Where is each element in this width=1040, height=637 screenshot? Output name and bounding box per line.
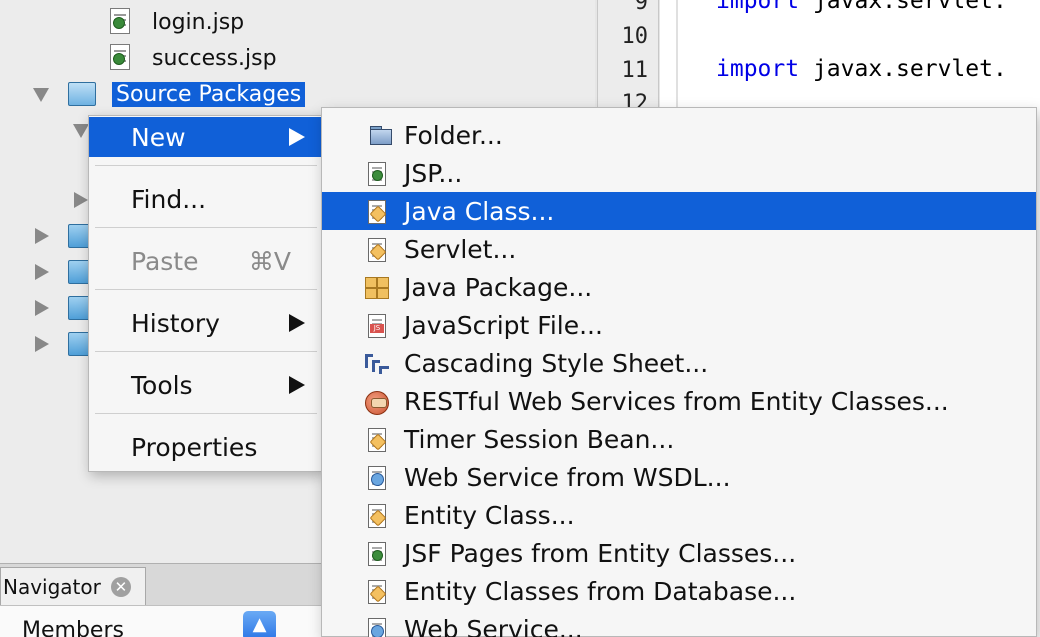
jsp-file-icon [108,8,132,36]
new-submenu: Folder... JSP... Java Class... Servlet..… [321,107,1037,637]
submenu-item-label: Cascading Style Sheet... [404,348,709,378]
java-class-icon [364,199,390,225]
submenu-item-label: Java Package... [404,272,593,302]
menu-item-new[interactable]: New [89,117,323,157]
line-number: 9 [634,0,648,15]
submenu-item-jsp[interactable]: JSP... [322,154,1036,192]
menu-item-label: Tools [131,370,193,400]
expand-triangle-icon[interactable] [33,88,49,102]
web-service-icon [364,465,390,491]
collapse-triangle-icon[interactable] [35,300,49,316]
submenu-item-java-package[interactable]: Java Package... [322,268,1036,306]
tree-item-login-jsp[interactable]: login.jsp [108,5,244,39]
tree-item-label: Source Packages [112,81,306,107]
code-keyword: import [716,0,800,14]
code-line: import javax.servlet. [716,0,1007,14]
javascript-file-icon: JS [364,313,390,339]
submenu-item-label: Web Service... [404,614,583,637]
tab-label: Navigator [3,574,101,599]
jsp-file-icon [364,161,390,187]
submenu-item-servlet[interactable]: Servlet... [322,230,1036,268]
css-file-icon [364,351,390,377]
submenu-item-folder[interactable]: Folder... [322,116,1036,154]
menu-item-history[interactable]: History [89,303,323,343]
submenu-item-label: JSF Pages from Entity Classes... [404,538,797,568]
tab-navigator[interactable]: Navigator ✕ [0,567,146,605]
submenu-item-label: Java Class... [404,196,555,226]
code-text: javax.servlet. [799,0,1007,14]
menu-item-properties[interactable]: Properties [89,427,323,467]
submenu-item-entity-class[interactable]: Entity Class... [322,496,1036,534]
submenu-item-label: RESTful Web Services from Entity Classes… [404,386,949,416]
submenu-item-jsf-pages[interactable]: JSF Pages from Entity Classes... [322,534,1036,572]
submenu-item-label: JavaScript File... [404,310,603,340]
servlet-icon [364,237,390,263]
close-icon[interactable]: ✕ [110,576,131,597]
tree-item-label: success.jsp [152,45,277,71]
session-bean-icon [364,427,390,453]
tree-item-label: login.jsp [152,9,245,35]
submenu-item-web-service[interactable]: Web Service... [322,610,1036,637]
submenu-item-label: Entity Classes from Database... [404,576,797,606]
submenu-item-label: JSP... [404,158,463,188]
submenu-item-timer-session-bean[interactable]: Timer Session Bean... [322,420,1036,458]
submenu-item-label: Folder... [404,120,503,150]
submenu-item-restful-services[interactable]: RESTful Web Services from Entity Classes… [322,382,1036,420]
submenu-item-java-class[interactable]: Java Class... [322,192,1036,230]
menu-shortcut: ⌘V [248,246,291,276]
jsf-pages-icon [364,541,390,567]
menu-item-find[interactable]: Find... [89,179,323,219]
submenu-arrow-icon [289,314,305,332]
submenu-item-javascript-file[interactable]: JS JavaScript File... [322,306,1036,344]
menu-item-label: Properties [131,432,258,462]
menu-item-label: New [131,122,186,152]
line-number: 11 [621,58,649,83]
context-menu: New Find... Paste ⌘V History Tools Prope… [88,115,324,472]
submenu-item-label: Entity Class... [404,500,575,530]
web-service-icon [364,617,390,637]
menu-separator [95,165,317,166]
expand-triangle-icon[interactable] [73,124,89,138]
menu-separator [95,289,317,290]
submenu-arrow-icon [289,376,305,394]
collapse-triangle-icon[interactable] [35,264,49,280]
menu-item-paste[interactable]: Paste ⌘V [89,241,323,281]
menu-separator [95,351,317,352]
restful-service-icon [364,389,390,415]
members-label: Members [22,618,124,637]
submenu-item-css[interactable]: Cascading Style Sheet... [322,344,1036,382]
menu-item-label: Find... [131,184,207,214]
tree-item-source-packages[interactable]: Source Packages [112,77,306,111]
submenu-item-label: Web Service from WSDL... [404,462,731,492]
jsp-file-icon [108,44,132,72]
chevron-up-icon: ▲ [252,614,267,635]
submenu-arrow-icon [289,128,305,146]
menu-separator [95,413,317,414]
code-line: import javax.servlet. [716,56,1007,82]
menu-item-label: History [131,308,220,338]
submenu-item-label: Timer Session Bean... [404,424,675,454]
submenu-item-web-service-wsdl[interactable]: Web Service from WSDL... [322,458,1036,496]
menu-separator [95,227,317,228]
folder-icon [370,123,396,149]
tree-item-success-jsp[interactable]: success.jsp [108,41,277,75]
submenu-item-entity-from-db[interactable]: Entity Classes from Database... [322,572,1036,610]
members-dropdown-button[interactable]: ▲ [243,611,276,637]
source-packages-icon [68,82,96,106]
line-number: 10 [621,24,649,49]
collapse-triangle-icon[interactable] [35,228,49,244]
menu-item-tools[interactable]: Tools [89,365,323,405]
menu-item-label: Paste [131,246,199,276]
collapse-triangle-icon[interactable] [74,192,88,208]
entity-class-icon [364,503,390,529]
code-keyword: import [716,56,800,82]
collapse-triangle-icon[interactable] [35,336,49,352]
submenu-item-label: Servlet... [404,234,517,264]
java-package-icon [364,275,390,301]
entity-db-icon [364,579,390,605]
code-text: javax.servlet. [799,56,1007,82]
